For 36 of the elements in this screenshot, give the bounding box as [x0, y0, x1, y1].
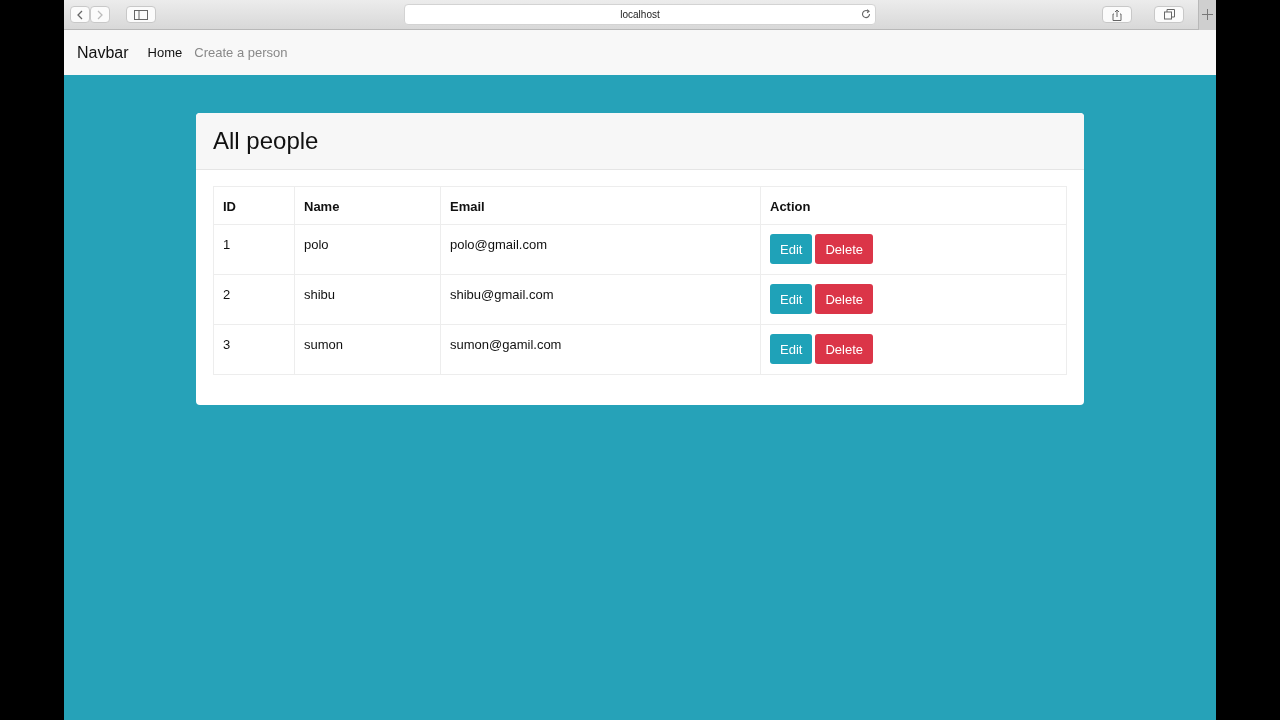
plus-icon: [1202, 9, 1213, 20]
nav-link[interactable]: Create a person: [194, 45, 288, 60]
new-tab-button[interactable]: [1198, 0, 1216, 30]
sidebar-icon: [134, 9, 148, 20]
table-cell: sumon: [294, 324, 441, 375]
edit-button[interactable]: Edit: [770, 334, 813, 364]
column-header: Name: [294, 186, 441, 225]
share-button[interactable]: [1102, 6, 1132, 23]
delete-button[interactable]: Delete: [815, 284, 873, 314]
column-header: Email: [440, 186, 761, 225]
table-cell: 1: [213, 224, 295, 275]
column-header: Action: [760, 186, 1067, 225]
delete-button[interactable]: Delete: [815, 334, 873, 364]
nav-link[interactable]: Home: [147, 45, 183, 60]
table-cell: polo: [294, 224, 441, 275]
sidebar-button[interactable]: [126, 6, 156, 23]
card-title: All people: [213, 127, 319, 155]
table-cell: 2: [213, 274, 295, 325]
table-cell: 3: [213, 324, 295, 375]
edit-button[interactable]: Edit: [770, 284, 813, 314]
table-cell: shibu@gmail.com: [440, 274, 761, 325]
tabs-icon: [1163, 9, 1175, 20]
reload-icon: [861, 9, 871, 19]
chevron-left-icon: [76, 9, 84, 20]
column-header: ID: [213, 186, 295, 225]
table-cell: shibu: [294, 274, 441, 325]
table-cell: sumon@gamil.com: [440, 324, 761, 375]
edit-button[interactable]: Edit: [770, 234, 813, 264]
tabs-button[interactable]: [1154, 6, 1184, 23]
address-bar[interactable]: localhost: [404, 4, 876, 25]
share-icon: [1112, 8, 1122, 21]
chevron-right-icon: [96, 9, 104, 20]
delete-button[interactable]: Delete: [815, 234, 873, 264]
navbar-brand[interactable]: Navbar: [77, 43, 129, 62]
back-button[interactable]: [70, 6, 90, 23]
table-cell: polo@gmail.com: [440, 224, 761, 275]
